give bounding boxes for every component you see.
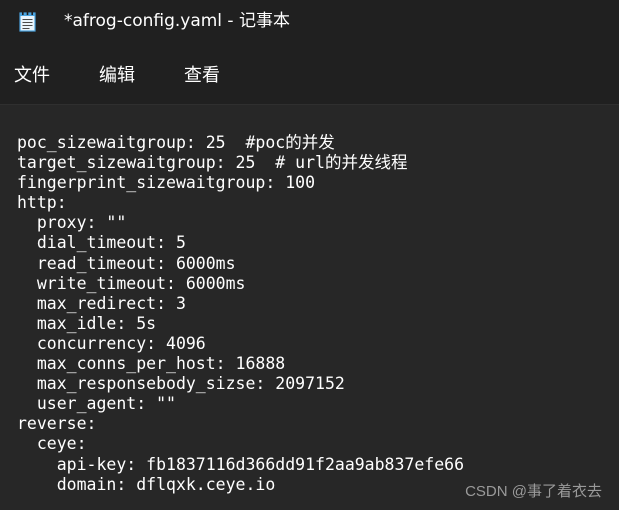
window-title: *afrog-config.yaml - 记事本 xyxy=(64,11,290,31)
code-line: user_agent: "" xyxy=(17,394,176,414)
code-line: target_sizewaitgroup: 25 # url的并发线程 xyxy=(17,153,408,173)
code-line: write_timeout: 6000ms xyxy=(17,273,246,293)
code-line: dial_timeout: 5 xyxy=(17,233,186,253)
notepad-icon xyxy=(19,11,36,32)
notepad-window: *afrog-config.yaml - 记事本 文件 编辑 查看 poc_si… xyxy=(0,0,619,510)
menu-view[interactable]: 查看 xyxy=(184,63,220,89)
code-line: ceye: xyxy=(17,434,87,454)
menu-file[interactable]: 文件 xyxy=(14,63,50,89)
code-line: reverse: xyxy=(17,414,97,434)
title-bar: *afrog-config.yaml - 记事本 xyxy=(0,0,619,44)
menu-edit[interactable]: 编辑 xyxy=(99,63,135,89)
editor-content[interactable]: poc_sizewaitgroup: 25 #poc的并发 target_size… xyxy=(17,133,464,495)
text-editor[interactable]: poc_sizewaitgroup: 25 #poc的并发 target_size… xyxy=(0,104,619,510)
code-line: read_timeout: 6000ms xyxy=(17,253,236,273)
code-line: max_responsebody_sizse: 2097152 xyxy=(17,374,345,394)
code-line: poc_sizewaitgroup: 25 #poc的并发 xyxy=(17,133,335,152)
code-line: max_redirect: 3 xyxy=(17,293,186,313)
code-line: fingerprint_sizewaitgroup: 100 xyxy=(17,173,316,193)
code-line: api-key: fb1837116d366dd91f2aa9ab837efe6… xyxy=(17,454,465,474)
watermark: CSDN @事了着衣去 xyxy=(465,483,602,500)
code-line: max_conns_per_host: 16888 xyxy=(17,354,286,374)
code-line: http: xyxy=(17,193,67,213)
code-line: domain: dflqxk.ceye.io xyxy=(17,474,276,494)
code-line: concurrency: 4096 xyxy=(17,333,206,353)
menu-bar: 文件 编辑 查看 xyxy=(0,52,619,102)
code-line: proxy: "" xyxy=(17,213,127,233)
code-line: max_idle: 5s xyxy=(17,313,157,333)
